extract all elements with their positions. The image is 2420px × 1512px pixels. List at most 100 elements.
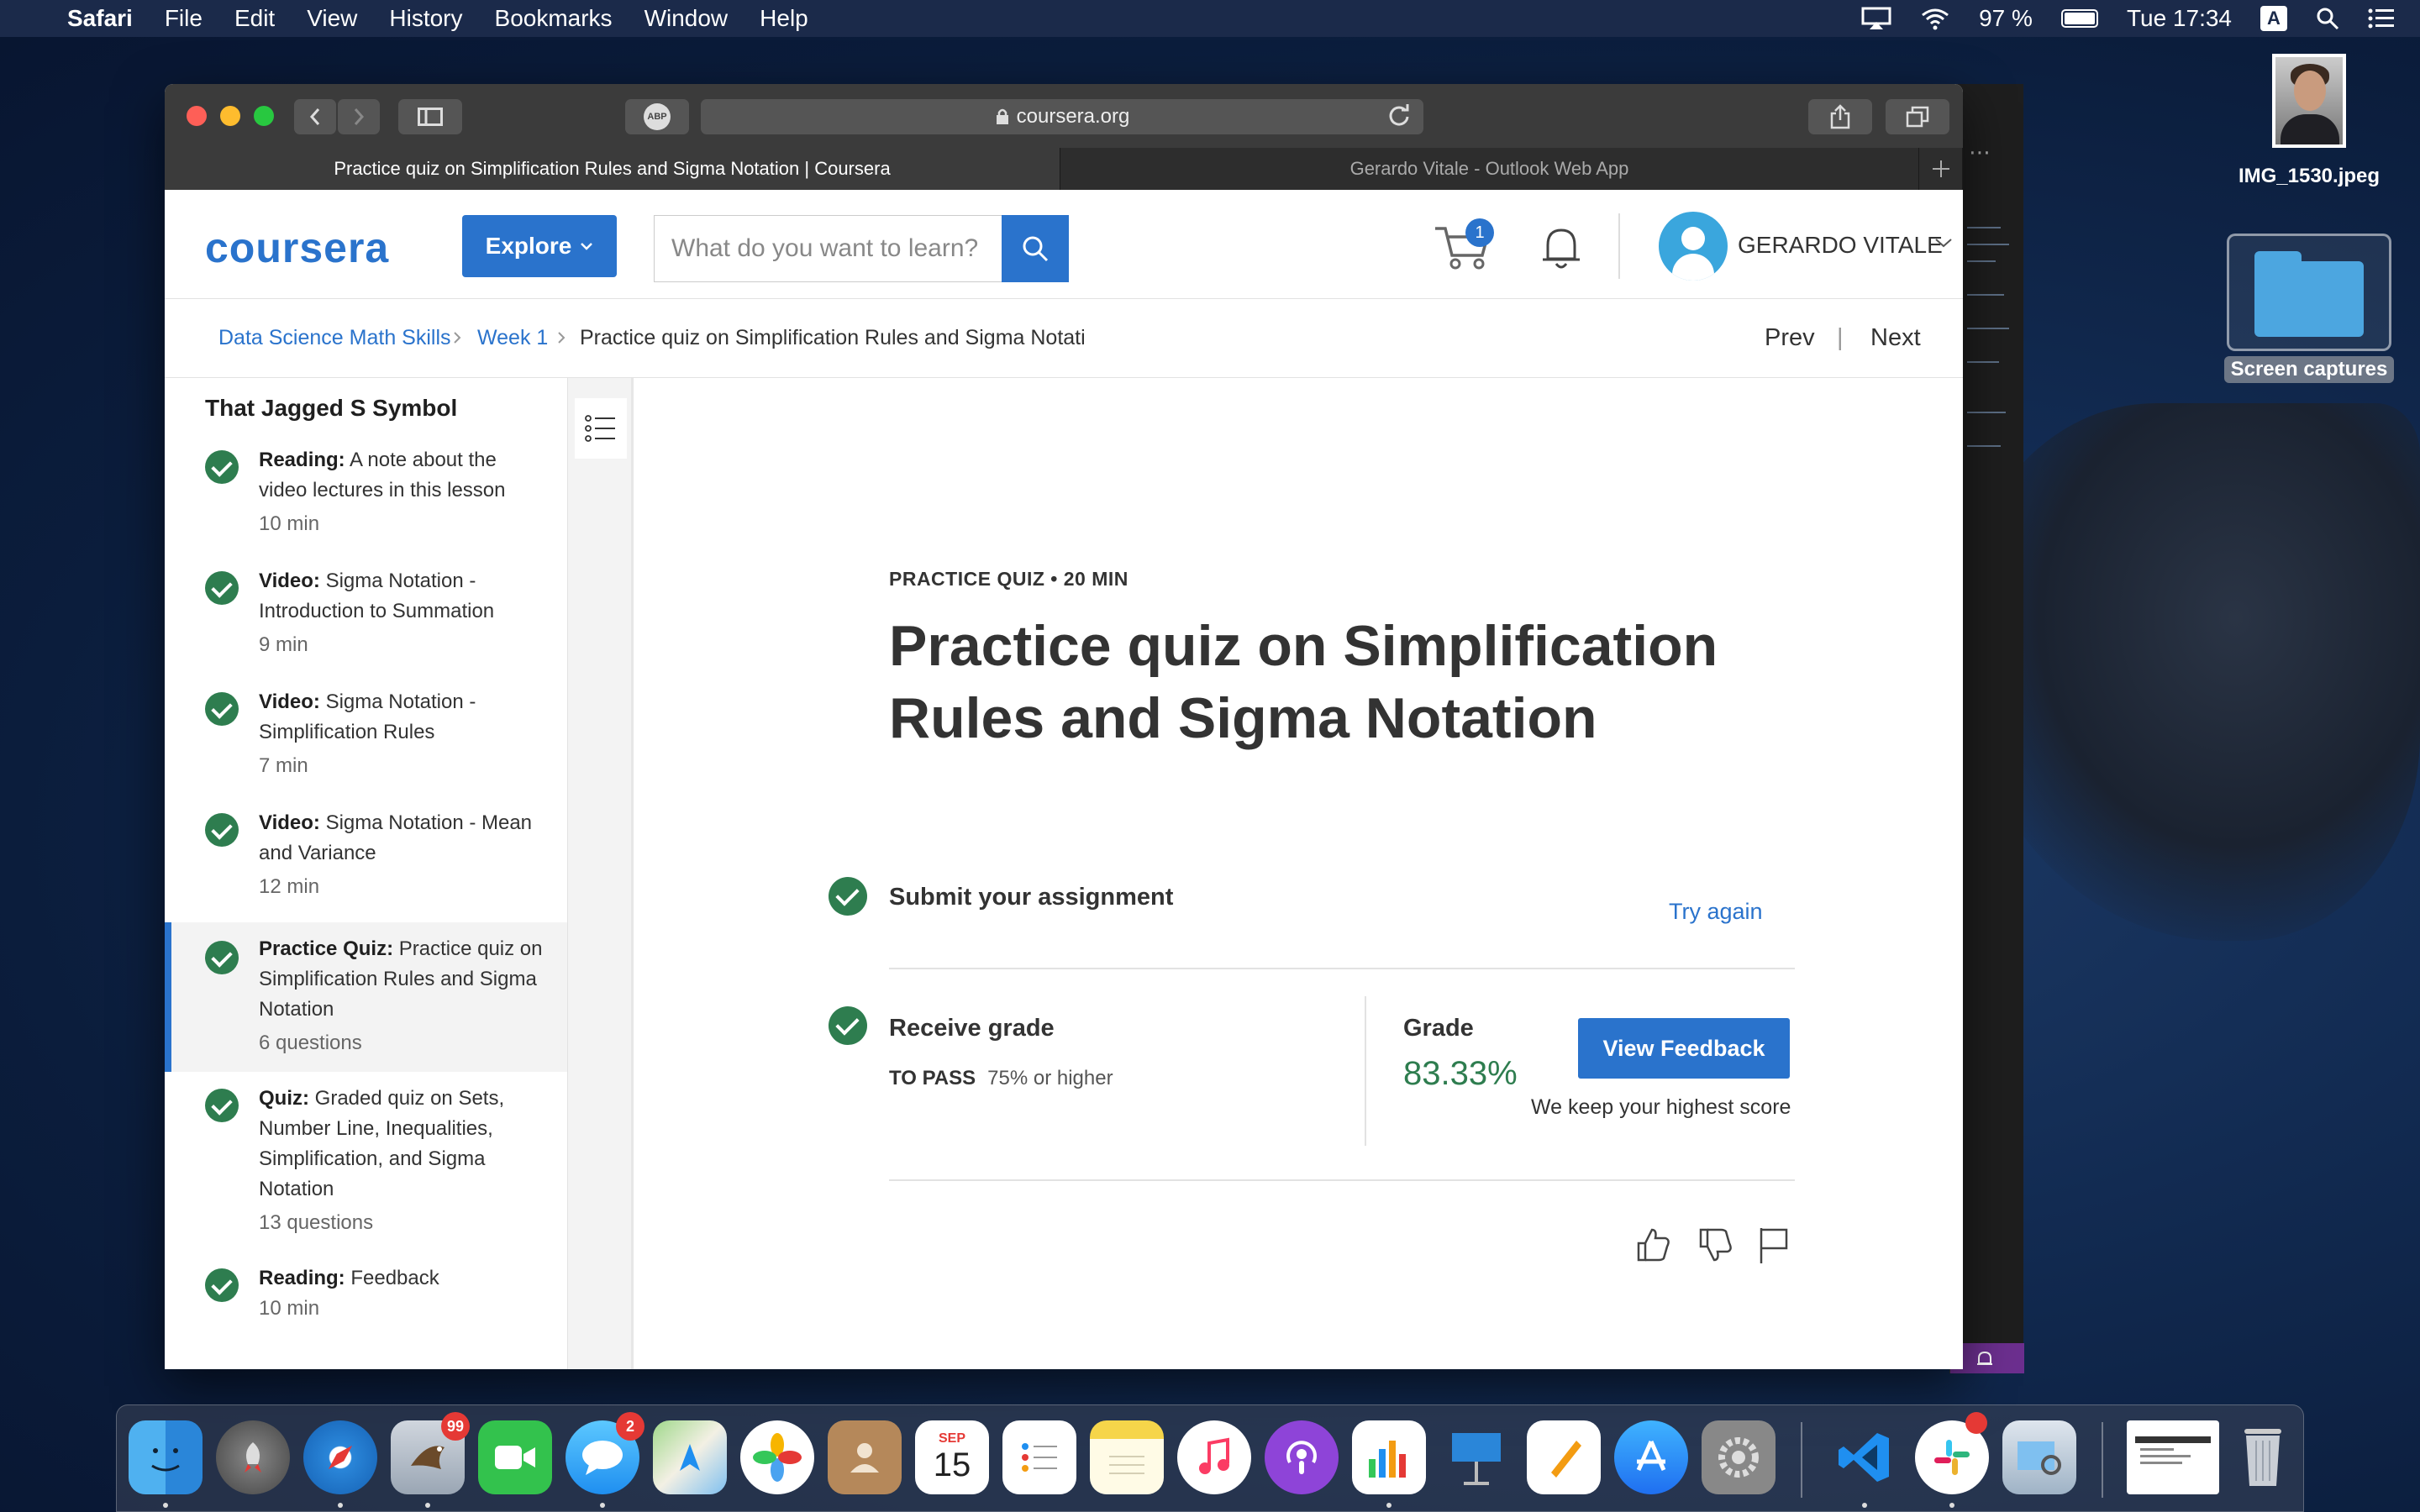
contacts-icon[interactable] (828, 1420, 902, 1494)
menu-bookmarks[interactable]: Bookmarks (495, 5, 613, 32)
sidebar-item-video-rules[interactable]: Video: Sigma Notation - Simplification R… (165, 682, 567, 800)
search-button[interactable] (1002, 215, 1069, 282)
section-divider (889, 968, 1795, 969)
menu-history[interactable]: History (389, 5, 462, 32)
sidebar-item-practice-quiz[interactable]: Practice Quiz: Practice quiz on Simplifi… (165, 922, 567, 1072)
podcasts-icon[interactable] (1265, 1420, 1339, 1494)
slack-badge (1965, 1412, 1987, 1434)
sidebar-item-graded-quiz[interactable]: Quiz: Graded quiz on Sets, Number Line, … (165, 1075, 567, 1252)
view-feedback-button[interactable]: View Feedback (1578, 1018, 1790, 1079)
app-store-icon[interactable] (1614, 1420, 1688, 1494)
vscode-icon[interactable] (1828, 1420, 1902, 1494)
thumbs-down-icon[interactable] (1696, 1225, 1736, 1265)
safari-app-icon[interactable] (303, 1420, 377, 1494)
input-source-icon[interactable]: A (2260, 6, 2287, 31)
menu-window[interactable]: Window (644, 5, 729, 32)
spotlight-search-icon[interactable] (2316, 7, 2339, 30)
music-icon[interactable] (1177, 1420, 1251, 1494)
item-title: Feedback (350, 1267, 439, 1289)
page-title: Practice quiz on Simplification Rules an… (889, 614, 1718, 750)
folder-icon (2227, 234, 2391, 351)
next-link[interactable]: Next (1870, 324, 1921, 352)
sidebar-toggle-button[interactable] (398, 99, 462, 134)
bell-small-icon[interactable] (1975, 1350, 1994, 1368)
forward-button[interactable] (338, 99, 380, 134)
user-avatar[interactable] (1659, 212, 1728, 281)
tab-coursera[interactable]: Practice quiz on Simplification Rules an… (165, 148, 1060, 190)
to-pass-label: TO PASS (889, 1067, 976, 1089)
share-button[interactable] (1808, 99, 1872, 134)
numbers-icon[interactable] (1352, 1420, 1426, 1494)
toc-toggle-button[interactable] (575, 398, 627, 459)
desktop-photo-file[interactable]: IMG_1530.jpeg (2215, 54, 2403, 188)
photos-icon[interactable] (740, 1420, 814, 1494)
sidebar-item-video-mean[interactable]: Video: Sigma Notation - Mean and Varianc… (165, 803, 567, 921)
sidebar-item-video-intro[interactable]: Video: Sigma Notation - Introduction to … (165, 561, 567, 679)
address-bar[interactable]: coursera.org (701, 99, 1423, 134)
search-input[interactable] (654, 215, 1002, 282)
reminders-icon[interactable] (1002, 1420, 1076, 1494)
clock[interactable]: Tue 17:34 (2127, 5, 2232, 32)
preview-icon[interactable] (2002, 1420, 2076, 1494)
launchpad-icon[interactable] (216, 1420, 290, 1494)
reload-icon[interactable] (1386, 102, 1412, 128)
notifications-bell-icon[interactable] (1538, 223, 1585, 272)
try-again-link[interactable]: Try again (1669, 899, 1763, 925)
finder-icon[interactable] (129, 1420, 203, 1494)
notes-icon[interactable] (1090, 1420, 1164, 1494)
user-name-menu[interactable]: GERARDO VITALE (1738, 232, 1943, 259)
item-type: Video: (259, 570, 320, 592)
item-meta: 10 min (259, 1297, 320, 1320)
coursera-logo[interactable]: coursera (205, 223, 389, 272)
back-button[interactable] (294, 99, 336, 134)
close-window-button[interactable] (187, 106, 207, 126)
prev-link[interactable]: Prev (1765, 324, 1815, 352)
prev-next-separator: | (1837, 324, 1844, 351)
zoom-window-button[interactable] (254, 106, 274, 126)
dock: 99 2 SEP 15 (116, 1404, 2304, 1512)
item-meta: 10 min (259, 512, 320, 535)
wifi-icon[interactable] (1920, 7, 1950, 30)
tab-bar: Practice quiz on Simplification Rules an… (165, 148, 1963, 190)
explore-button[interactable]: Explore (462, 215, 617, 277)
url-text: coursera.org (1016, 105, 1130, 128)
grade-label: Grade (1403, 1015, 1474, 1042)
new-tab-button[interactable] (1919, 148, 1963, 190)
tab-outlook[interactable]: Gerardo Vitale - Outlook Web App (1060, 148, 1919, 190)
system-preferences-icon[interactable] (1702, 1420, 1776, 1494)
keynote-icon[interactable] (1439, 1420, 1513, 1494)
lesson-sidebar: That Jagged S Symbol Reading: A note abo… (165, 378, 568, 1369)
user-menu-chevron-icon[interactable] (1934, 237, 1953, 249)
maps-icon[interactable] (653, 1420, 727, 1494)
calendar-icon[interactable]: SEP 15 (915, 1420, 989, 1494)
sidebar-item-reading-feedback[interactable]: Reading: Feedback 10 min (165, 1258, 567, 1351)
more-icon[interactable]: ⋯ (1969, 139, 1991, 165)
breadcrumb-course[interactable]: Data Science Math Skills (218, 326, 451, 350)
coursera-page: coursera Explore 1 GERARDO VITALE Data S… (165, 190, 1963, 1369)
thumbs-up-icon[interactable] (1634, 1225, 1674, 1265)
minimized-window-thumbnail[interactable] (2127, 1420, 2219, 1494)
desktop-folder[interactable]: Screen captures (2210, 234, 2408, 383)
menu-file[interactable]: File (165, 5, 203, 32)
dock-separator (2102, 1422, 2103, 1498)
search-icon (1023, 236, 1049, 262)
pages-icon[interactable] (1527, 1420, 1601, 1494)
breadcrumb-week[interactable]: Week 1 (477, 326, 548, 350)
submit-assignment-title: Submit your assignment (889, 884, 1174, 911)
flag-icon[interactable] (1753, 1225, 1793, 1265)
airplay-icon[interactable] (1861, 7, 1891, 30)
sidebar-item-reading-note[interactable]: Reading: A note about the video lectures… (165, 440, 567, 558)
trash-icon[interactable] (2226, 1420, 2300, 1494)
battery-icon[interactable] (2060, 9, 2098, 28)
item-type: Practice Quiz: (259, 937, 394, 960)
menu-edit[interactable]: Edit (234, 5, 275, 32)
completed-check-icon (205, 450, 239, 484)
menu-view[interactable]: View (307, 5, 357, 32)
menu-app-safari[interactable]: Safari (67, 5, 133, 32)
minimize-window-button[interactable] (220, 106, 240, 126)
menu-help[interactable]: Help (760, 5, 808, 32)
notification-center-icon[interactable] (2368, 8, 2395, 29)
tab-overview-button[interactable] (1886, 99, 1949, 134)
facetime-icon[interactable] (478, 1420, 552, 1494)
adblock-extension-button[interactable]: ABP (625, 99, 689, 134)
